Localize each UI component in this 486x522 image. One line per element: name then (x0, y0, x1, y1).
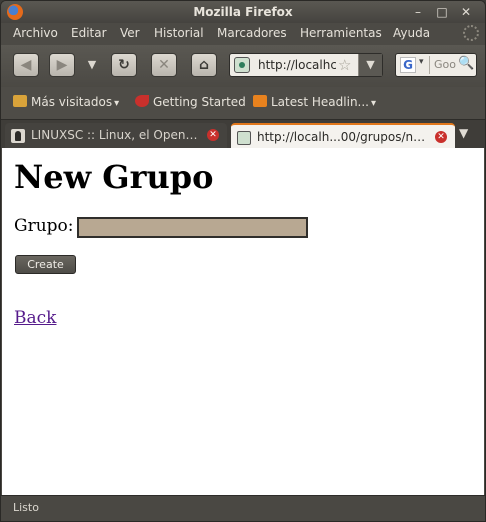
create-button[interactable]: Create (15, 255, 76, 274)
menu-ver[interactable]: Ver (120, 26, 140, 40)
navigation-toolbar: ◀ ▶ ▼ ↻ ✕ ⌂ http://localhc ☆ ▼ G ▾ Goo 🔍 (1, 45, 485, 87)
menu-ayuda[interactable]: Ayuda (393, 26, 430, 40)
folder-icon (13, 95, 27, 107)
menu-bar: Archivo Editar Ver Historial Marcadores … (1, 23, 485, 45)
grupo-input[interactable] (77, 217, 308, 238)
tab-title: LINUXSC :: Linux, el OpenS... (31, 128, 203, 142)
menu-herramientas[interactable]: Herramientas (300, 26, 382, 40)
history-dropdown-button[interactable]: ▼ (85, 55, 99, 75)
url-text[interactable]: http://localhc (258, 58, 336, 72)
chevron-down-icon: ▾ (114, 98, 120, 109)
tab-title: http://localh...00/grupos/new (257, 130, 429, 144)
chevron-down-icon: ▾ (419, 57, 424, 67)
page-favicon-icon (237, 131, 251, 145)
tab-linuxsc[interactable]: LINUXSC :: Linux, el OpenS... ✕ (5, 123, 227, 149)
page-content: New Grupo Grupo: Create Back (2, 148, 484, 495)
bookmark-mas-visitados[interactable]: Más visitados ▾ (13, 95, 119, 109)
bookmark-latest-headlines[interactable]: Latest Headlin... ▾ (253, 95, 376, 109)
search-box[interactable]: G ▾ Goo 🔍 (395, 53, 477, 77)
back-button[interactable]: ◀ (13, 53, 39, 77)
close-window-button[interactable]: ✕ (459, 5, 473, 19)
menu-marcadores[interactable]: Marcadores (217, 26, 287, 40)
title-bar: Mozilla Firefox – □ ✕ (1, 1, 485, 23)
search-engine-selector[interactable]: G ▾ (398, 56, 430, 74)
google-icon: G (400, 57, 416, 73)
grupo-label: Grupo: (14, 216, 74, 236)
firefox-bookmark-icon (135, 95, 149, 107)
bookmarks-toolbar: Más visitados ▾ Getting Started Latest He… (1, 87, 485, 119)
back-link[interactable]: Back (14, 308, 56, 328)
chevron-down-icon: ▾ (371, 98, 377, 109)
browser-window: Mozilla Firefox – □ ✕ Archivo Editar Ver… (0, 0, 486, 522)
activity-throbber-icon (463, 25, 479, 41)
tux-favicon-icon (11, 129, 25, 143)
search-icon[interactable]: 🔍 (458, 56, 474, 74)
bookmark-label: Getting Started (153, 95, 246, 109)
status-text: Listo (13, 501, 39, 514)
home-button[interactable]: ⌂ (191, 53, 217, 77)
bookmark-star-icon[interactable]: ☆ (338, 56, 351, 74)
minimize-button[interactable]: – (411, 5, 425, 19)
maximize-button[interactable]: □ (435, 5, 449, 19)
bookmark-label: Latest Headlin... (271, 95, 369, 109)
bookmark-getting-started[interactable]: Getting Started (135, 95, 246, 109)
rss-icon (253, 95, 267, 107)
search-input[interactable]: Goo (434, 58, 458, 71)
bookmark-label: Más visitados (31, 95, 113, 109)
reload-button[interactable]: ↻ (111, 53, 137, 77)
menu-editar[interactable]: Editar (71, 26, 107, 40)
close-tab-icon[interactable]: ✕ (435, 131, 447, 143)
tab-grupos-new[interactable]: http://localh...00/grupos/new ✕ (231, 123, 455, 149)
url-history-dropdown-button[interactable]: ▼ (358, 54, 382, 76)
menu-historial[interactable]: Historial (154, 26, 204, 40)
list-all-tabs-button[interactable]: ▼ (459, 126, 468, 140)
page-title: New Grupo (14, 158, 214, 196)
url-bar[interactable]: http://localhc ☆ ▼ (229, 53, 383, 77)
tab-strip: LINUXSC :: Linux, el OpenS... ✕ http://l… (1, 119, 485, 149)
menu-archivo[interactable]: Archivo (13, 26, 58, 40)
stop-button[interactable]: ✕ (151, 53, 177, 77)
close-tab-icon[interactable]: ✕ (207, 129, 219, 141)
site-identity-icon[interactable] (234, 57, 250, 73)
forward-button[interactable]: ▶ (49, 53, 75, 77)
status-bar: Listo (1, 495, 485, 521)
